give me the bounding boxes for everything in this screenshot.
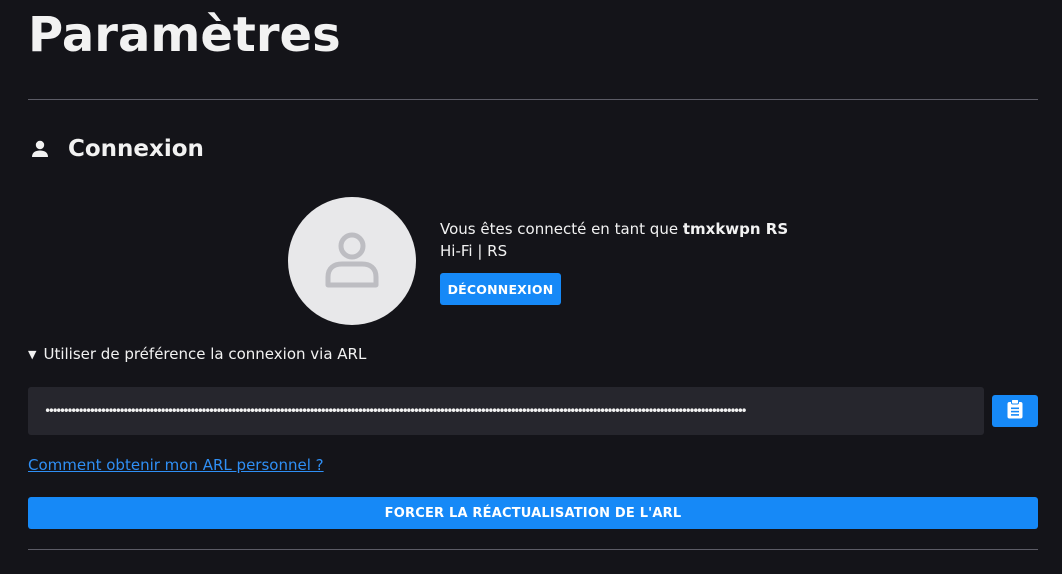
user-icon <box>30 139 50 159</box>
arl-preference-label: Utiliser de préférence la connexion via … <box>43 345 367 363</box>
user-avatar <box>288 197 416 325</box>
arl-help-link[interactable]: Comment obtenir mon ARL personnel ? <box>28 456 324 474</box>
connexion-section-title: Connexion <box>68 136 204 162</box>
force-arl-refresh-button[interactable]: FORCER LA RÉACTUALISATION DE L'ARL <box>28 497 1038 529</box>
connexion-section-header: Connexion <box>30 132 204 166</box>
paste-arl-button[interactable] <box>992 395 1038 427</box>
username: tmxkwpn RS <box>682 220 789 238</box>
logged-in-status: Vous êtes connecté en tant que tmxkwpn R… <box>440 218 788 240</box>
clipboard-icon <box>1006 399 1024 423</box>
subscription-plan: Hi-Fi | RS <box>440 242 508 260</box>
login-info: Vous êtes connecté en tant que tmxkwpn R… <box>440 218 788 262</box>
title-divider <box>28 99 1038 100</box>
caret-down-icon: ▼ <box>28 347 37 361</box>
logout-button[interactable]: DÉCONNEXION <box>440 273 561 305</box>
section-divider <box>28 549 1038 550</box>
settings-page: Paramètres Connexion Vous êtes connecté … <box>0 0 1062 574</box>
arl-preference-toggle[interactable]: ▼ Utiliser de préférence la connexion vi… <box>28 345 366 363</box>
arl-input[interactable] <box>28 387 984 435</box>
logged-in-prefix: Vous êtes connecté en tant que <box>440 220 679 238</box>
user-avatar-icon <box>320 227 384 295</box>
page-title: Paramètres <box>28 7 341 63</box>
